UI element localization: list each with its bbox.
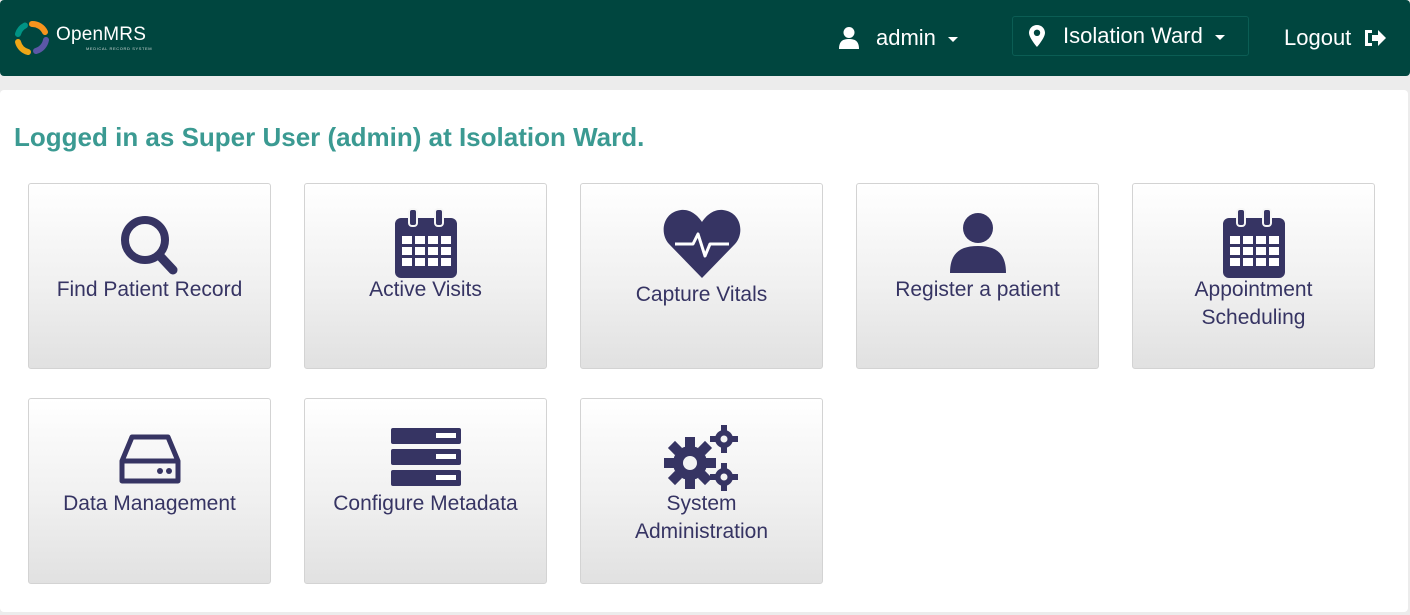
gears-icon [663,425,738,491]
app-configure-metadata[interactable]: Configure Metadata [304,398,547,584]
chevron-down-icon [1214,35,1225,40]
user-menu-label: admin [876,25,936,50]
app-label: Appointment Scheduling [1194,278,1313,329]
logo-subtitle: MEDICAL RECORD SYSTEM [86,46,153,51]
app-active-visits[interactable]: Active Visits [304,183,547,369]
location-label: Isolation Ward [1063,23,1203,48]
app-label: Register a patient [895,278,1060,301]
calendar-icon [1222,208,1285,278]
app-data-management[interactable]: Data Management [28,398,271,584]
chevron-down-icon [947,37,958,42]
app-label: Active Visits [369,278,482,301]
map-marker-icon [1029,25,1045,47]
app-label: Data Management [63,492,236,515]
app-label: Capture Vitals [635,283,768,306]
heartbeat-icon [663,209,740,278]
app-label: System Administration [634,492,769,543]
sign-out-icon [1365,30,1387,46]
top-navbar: OpenMRS MEDICAL RECORD SYSTEM admin Isol… [0,0,1410,76]
login-status-message: Logged in as Super User (admin) at Isola… [14,122,645,152]
user-icon [949,213,1006,273]
openmrs-logo[interactable]: OpenMRS MEDICAL RECORD SYSTEM [14,20,152,56]
user-menu[interactable]: admin [838,22,958,54]
location-selector[interactable]: Isolation Ward [1012,16,1249,56]
app-find-patient-record[interactable]: Find Patient Record [28,183,271,369]
user-icon [839,27,859,49]
search-icon [120,216,177,275]
app-label: Find Patient Record [56,278,243,301]
logout-link[interactable]: Logout [1284,22,1387,54]
home-content: Logged in as Super User (admin) at Isola… [0,90,1408,612]
logo-name: OpenMRS [56,24,147,45]
openmrs-logo-icon [15,21,49,55]
app-appointment-scheduling[interactable]: Appointment Scheduling [1132,183,1375,369]
hard-drive-icon [119,434,180,484]
app-capture-vitals[interactable]: Capture Vitals [580,183,823,369]
app-label: Configure Metadata [333,492,518,515]
calendar-icon [394,208,457,278]
server-icon [390,428,461,486]
app-register-patient[interactable]: Register a patient [856,183,1099,369]
logout-label: Logout [1284,25,1352,50]
app-system-administration[interactable]: System Administration [580,398,823,584]
